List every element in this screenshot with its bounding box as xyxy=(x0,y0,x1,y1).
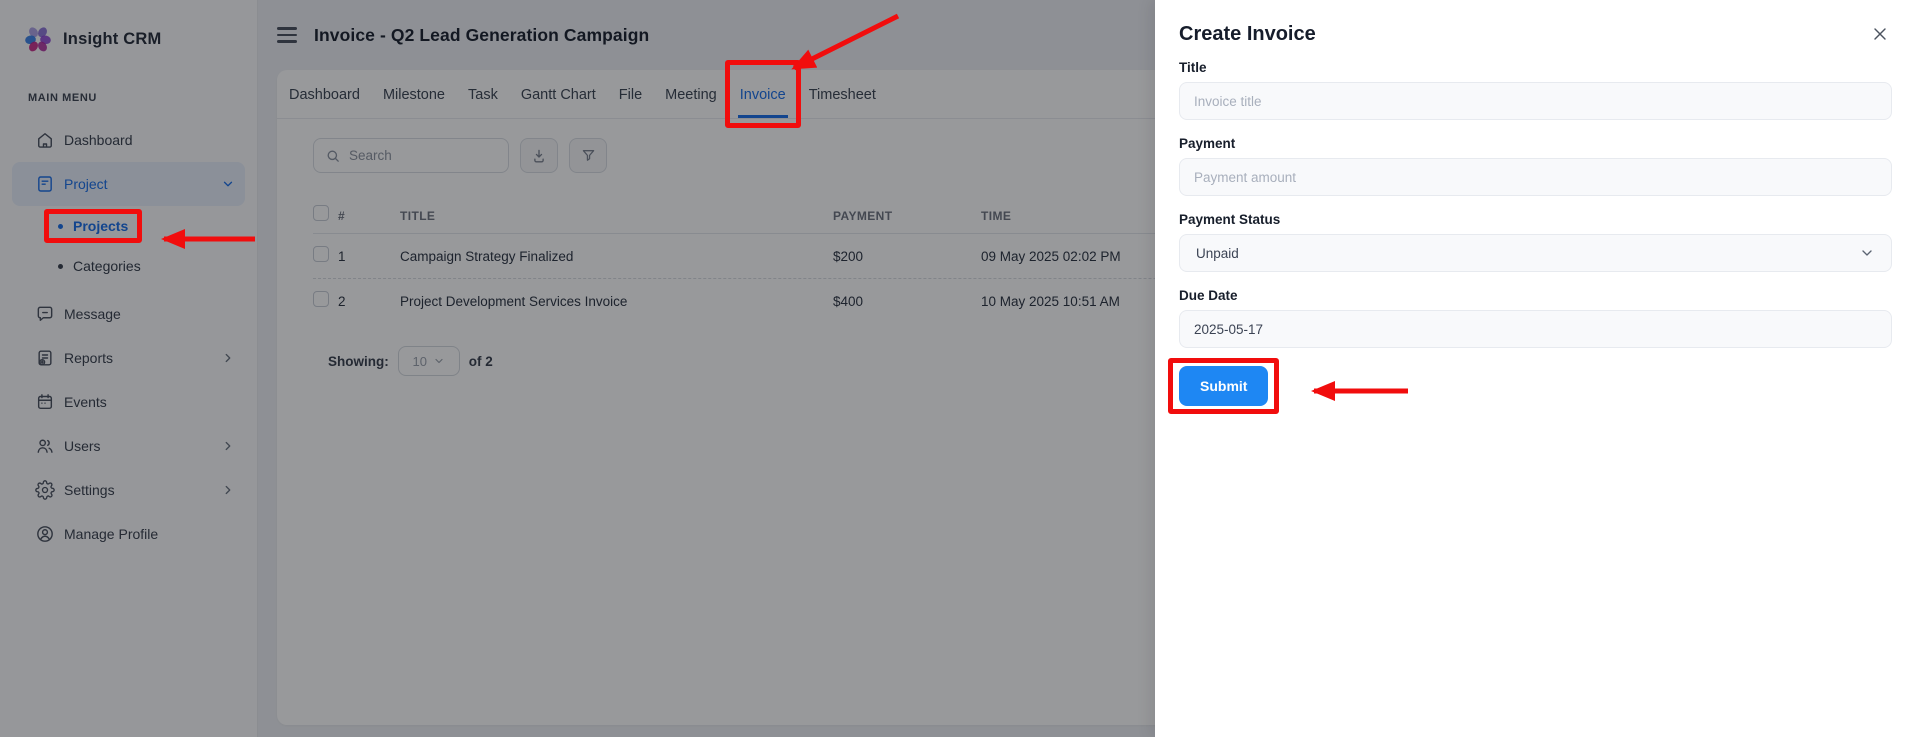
app-root: Insight CRM MAIN MENU Dashboard Project xyxy=(0,0,1916,737)
drawer-title: Create Invoice xyxy=(1179,23,1316,46)
payment-status-select[interactable]: Unpaid xyxy=(1179,234,1892,272)
drawer-header: Create Invoice xyxy=(1179,22,1892,46)
payment-status-field-label: Payment Status xyxy=(1179,212,1892,227)
title-field-label: Title xyxy=(1179,60,1892,75)
submit-button[interactable]: Submit xyxy=(1179,366,1268,406)
close-icon[interactable] xyxy=(1868,22,1892,46)
submit-label: Submit xyxy=(1200,378,1247,394)
due-date-field-label: Due Date xyxy=(1179,288,1892,303)
invoice-title-input[interactable] xyxy=(1179,82,1892,120)
payment-field-label: Payment xyxy=(1179,136,1892,151)
modal-backdrop[interactable] xyxy=(0,0,1155,737)
payment-status-value: Unpaid xyxy=(1196,246,1239,261)
payment-amount-input[interactable] xyxy=(1179,158,1892,196)
create-invoice-drawer: Create Invoice Title Payment Payment Sta… xyxy=(1155,0,1916,737)
chevron-down-icon xyxy=(1859,245,1875,261)
due-date-input[interactable] xyxy=(1179,310,1892,348)
